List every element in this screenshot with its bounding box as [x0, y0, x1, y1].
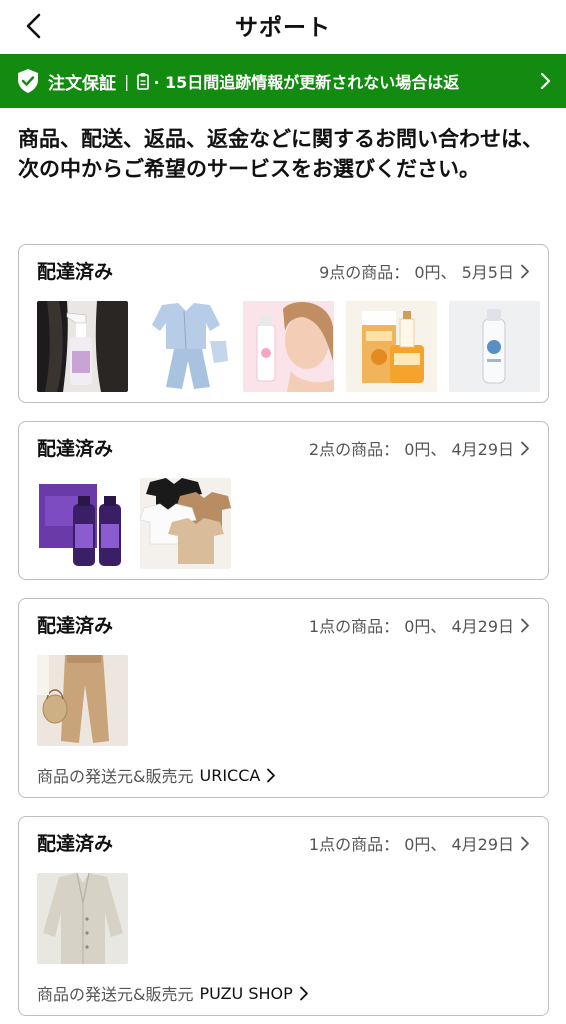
order-card[interactable]: 配達済み 1点の商品： 0円、 4月29日 商品の発送元&販売元 PUZU SH… [18, 816, 549, 1016]
chevron-right-icon [267, 768, 276, 782]
bee-venom-cream-image[interactable] [346, 301, 437, 392]
seller-name: PUZU SHOP [199, 983, 293, 1003]
order-summary-text: 1点の商品： 0円、 4月29日 [308, 617, 514, 636]
beige-pants-image[interactable] [37, 655, 128, 746]
shield-check-icon [18, 69, 38, 93]
intro-text: 商品、配送、返品、返金などに関するお問い合わせは、次の中からご希望のサービスをお… [18, 127, 543, 181]
order-status: 配達済み [37, 615, 114, 637]
purple-shampoo-image[interactable] [37, 478, 128, 569]
order-summary[interactable]: 1点の商品： 0円、 4月29日 [309, 831, 530, 855]
chevron-right-icon [521, 618, 529, 632]
order-guarantee-banner[interactable]: 注文保証 | · 15日間追跡情報が更新されない場合は返 [0, 54, 566, 108]
chevron-right-icon [521, 836, 529, 850]
chevron-right-icon [299, 986, 308, 1000]
banner-title: 注文保証 [48, 73, 116, 94]
product-thumbnails [37, 873, 128, 964]
seller-name: URICCA [199, 765, 261, 785]
order-card[interactable]: 配達済み 9点の商品： 0円、 5月5日 [18, 244, 549, 403]
order-status: 配達済み [37, 261, 114, 283]
chevron-right-icon [540, 72, 551, 90]
chevron-right-icon [521, 441, 529, 455]
order-summary[interactable]: 2点の商品： 0円、 4月29日 [309, 436, 530, 460]
hair-spray-product-image[interactable] [37, 301, 128, 392]
chevron-right-icon [521, 264, 529, 278]
order-summary-text: 9点の商品： 0円、 5月5日 [319, 263, 514, 282]
product-thumbnails [37, 655, 128, 746]
product-thumbnails [37, 478, 231, 569]
product-thumbnails [37, 301, 540, 392]
order-card[interactable]: 配達済み 1点の商品： 0円、 4月29日 商品の発送元&販売元 URICCA [18, 598, 549, 798]
order-card[interactable]: 配達済み 2点の商品： 0円、 4月29日 [18, 421, 549, 580]
seller-info[interactable]: 商品の発送元&販売元 PUZU SHOP [37, 981, 309, 1005]
order-status: 配達済み [37, 833, 114, 855]
seller-label: 商品の発送元&販売元 [37, 985, 194, 1004]
order-status: 配達済み [37, 438, 114, 460]
face-mist-image[interactable] [243, 301, 334, 392]
linen-coat-image[interactable] [37, 873, 128, 964]
seller-info[interactable]: 商品の発送元&販売元 URICCA [37, 763, 276, 787]
top-bar: サポート [0, 0, 566, 54]
banner-text: · 15日間追跡情報が更新されない場合は返 [153, 73, 460, 92]
kids-tshirts-image[interactable] [140, 478, 231, 569]
seller-label: 商品の発送元&販売元 [37, 767, 194, 786]
banner-separator: | [124, 71, 130, 91]
order-summary-text: 1点の商品： 0円、 4月29日 [308, 835, 514, 854]
clipboard-icon [137, 73, 150, 90]
order-summary-text: 2点の商品： 0円、 4月29日 [308, 440, 514, 459]
order-summary[interactable]: 1点の商品： 0円、 4月29日 [309, 613, 530, 637]
order-summary[interactable]: 9点の商品： 0円、 5月5日 [319, 259, 530, 283]
pajama-set-image[interactable] [140, 301, 231, 392]
spray-bottle-image[interactable] [449, 301, 540, 392]
page-title: サポート [235, 15, 331, 41]
